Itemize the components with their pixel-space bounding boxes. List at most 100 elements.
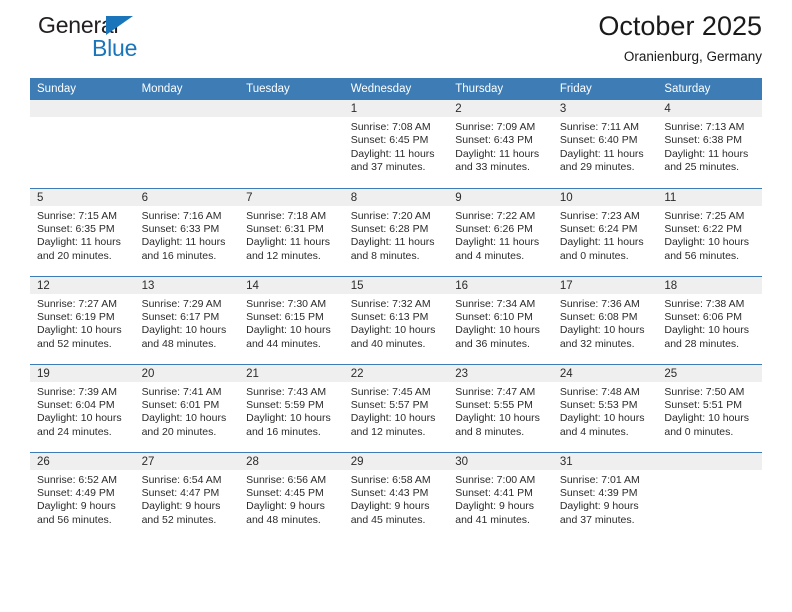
sunset-text: Sunset: 6:08 PM: [559, 310, 638, 323]
day-details: Sunrise: 7:20 AM Sunset: 6:28 PM Daylight:…: [344, 206, 449, 264]
day-details: Sunrise: 7:09 AM Sunset: 6:43 PM Daylight:…: [448, 117, 553, 175]
daylight-text-line2: and 56 minutes.: [37, 513, 112, 526]
calendar-day-cell[interactable]: 17 Sunrise: 7:36 AM Sunset: 6:08 PM Dayligh…: [552, 275, 658, 364]
calendar-day-cell[interactable]: 23 Sunrise: 7:47 AM Sunset: 5:55 PM Dayligh…: [448, 363, 553, 452]
daylight-text-line1: Daylight: 10 hours: [664, 324, 750, 337]
calendar-day-cell[interactable]: 10 Sunrise: 7:23 AM Sunset: 6:24 PM Dayligh…: [552, 187, 658, 276]
calendar-day-cell[interactable]: 24 Sunrise: 7:48 AM Sunset: 5:53 PM Dayligh…: [552, 363, 658, 452]
sunset-text: Sunset: 6:33 PM: [141, 222, 220, 235]
daylight-text-line1: Daylight: 10 hours: [246, 324, 331, 337]
day-details: Sunrise: 6:54 AM Sunset: 4:47 PM Daylight:…: [135, 470, 240, 528]
day-details: Sunrise: 7:16 AM Sunset: 6:33 PM Daylight:…: [135, 206, 240, 264]
calendar-day-cell[interactable]: 11 Sunrise: 7:25 AM Sunset: 6:22 PM Dayligh…: [657, 187, 762, 276]
day-number: 24: [552, 364, 658, 382]
calendar-day-cell[interactable]: 7 Sunrise: 7:18 AM Sunset: 6:31 PM Daylight…: [239, 187, 344, 276]
calendar-day-cell-empty: [239, 100, 344, 188]
day-number: 5: [30, 188, 135, 206]
calendar-day-cell[interactable]: 21 Sunrise: 7:43 AM Sunset: 5:59 PM Dayligh…: [239, 363, 344, 452]
calendar-day-cell[interactable]: 27 Sunrise: 6:54 AM Sunset: 4:47 PM Dayligh…: [134, 451, 240, 540]
sunrise-text: Sunrise: 7:08 AM: [350, 121, 431, 133]
sunrise-text: Sunrise: 7:00 AM: [455, 473, 536, 486]
day-number: 1: [343, 100, 449, 117]
daylight-text-line2: and 44 minutes.: [246, 337, 321, 350]
sunset-text: Sunset: 6:28 PM: [350, 222, 429, 235]
daylight-text-line1: Daylight: 10 hours: [559, 412, 645, 425]
day-number: 29: [343, 452, 449, 470]
daylight-text-line1: Daylight: 9 hours: [141, 500, 221, 513]
calendar-day-cell[interactable]: 16 Sunrise: 7:34 AM Sunset: 6:10 PM Dayligh…: [448, 275, 553, 364]
daylight-text-line1: Daylight: 10 hours: [350, 412, 436, 425]
sunrise-text: Sunrise: 7:43 AM: [246, 385, 327, 398]
sunset-text: Sunset: 6:15 PM: [246, 310, 324, 323]
daylight-text-line2: and 37 minutes.: [350, 161, 426, 174]
sunrise-text: Sunrise: 7:32 AM: [350, 297, 431, 310]
generalblue-logo: General Blue: [30, 12, 160, 64]
day-details: Sunrise: 7:29 AM Sunset: 6:17 PM Daylight:…: [135, 294, 240, 352]
day-details: Sunrise: 7:30 AM Sunset: 6:15 PM Daylight:…: [239, 294, 344, 352]
calendar-day-cell[interactable]: 12 Sunrise: 7:27 AM Sunset: 6:19 PM Dayligh…: [30, 275, 135, 364]
daylight-text-line2: and 32 minutes.: [559, 337, 635, 350]
calendar-body: 1 Sunrise: 7:08 AM Sunset: 6:45 PM Daylight…: [30, 100, 762, 540]
calendar-day-cell[interactable]: 2 Sunrise: 7:09 AM Sunset: 6:43 PM Daylight…: [448, 100, 553, 188]
sunrise-text: Sunrise: 7:09 AM: [455, 121, 536, 133]
sunset-text: Sunset: 6:01 PM: [141, 398, 220, 411]
calendar-day-cell[interactable]: 8 Sunrise: 7:20 AM Sunset: 6:28 PM Daylight…: [343, 187, 449, 276]
daylight-text-line1: Daylight: 10 hours: [246, 412, 331, 425]
sunrise-text: Sunrise: 7:25 AM: [664, 209, 745, 222]
calendar-day-cell[interactable]: 28 Sunrise: 6:56 AM Sunset: 4:45 PM Dayligh…: [239, 451, 344, 540]
calendar-day-cell[interactable]: 19 Sunrise: 7:39 AM Sunset: 6:04 PM Dayligh…: [30, 363, 135, 452]
calendar-day-cell[interactable]: 13 Sunrise: 7:29 AM Sunset: 6:17 PM Dayligh…: [134, 275, 240, 364]
sunset-text: Sunset: 6:40 PM: [559, 134, 638, 147]
calendar-week-row: 12 Sunrise: 7:27 AM Sunset: 6:19 PM Dayligh…: [30, 275, 762, 364]
calendar-page: General Blue October 2025 Oranienburg, G…: [0, 0, 792, 612]
day-details: Sunrise: 7:22 AM Sunset: 6:26 PM Daylight:…: [448, 206, 553, 264]
calendar-day-cell[interactable]: 26 Sunrise: 6:52 AM Sunset: 4:49 PM Dayligh…: [30, 451, 135, 540]
sunrise-text: Sunrise: 7:23 AM: [559, 209, 640, 222]
calendar-day-cell[interactable]: 1 Sunrise: 7:08 AM Sunset: 6:45 PM Daylight…: [343, 100, 449, 188]
daylight-text-line2: and 45 minutes.: [350, 513, 426, 526]
calendar-day-cell[interactable]: 15 Sunrise: 7:32 AM Sunset: 6:13 PM Dayligh…: [343, 275, 449, 364]
sunset-text: Sunset: 6:45 PM: [350, 134, 429, 147]
day-number: 17: [552, 276, 658, 294]
daylight-text-line2: and 20 minutes.: [141, 425, 217, 438]
day-details: Sunrise: 7:13 AM Sunset: 6:38 PM Daylight:…: [657, 117, 762, 175]
calendar-day-cell[interactable]: 6 Sunrise: 7:16 AM Sunset: 6:33 PM Daylight…: [134, 187, 240, 276]
day-details: Sunrise: 6:52 AM Sunset: 4:49 PM Daylight:…: [30, 470, 135, 528]
calendar-day-cell[interactable]: 22 Sunrise: 7:45 AM Sunset: 5:57 PM Dayligh…: [343, 363, 449, 452]
day-details: Sunrise: 7:39 AM Sunset: 6:04 PM Daylight:…: [30, 382, 135, 440]
logo-word-blue: Blue: [92, 35, 138, 61]
sunset-text: Sunset: 5:57 PM: [350, 398, 429, 411]
calendar-day-cell[interactable]: 3 Sunrise: 7:11 AM Sunset: 6:40 PM Daylight…: [552, 100, 658, 188]
sunset-text: Sunset: 6:06 PM: [664, 310, 743, 323]
calendar-day-cell[interactable]: 5 Sunrise: 7:15 AM Sunset: 6:35 PM Daylight…: [30, 187, 135, 276]
day-details: Sunrise: 7:01 AM Sunset: 4:39 PM Daylight:…: [553, 470, 658, 528]
calendar-day-cell[interactable]: 30 Sunrise: 7:00 AM Sunset: 4:41 PM Dayligh…: [448, 451, 553, 540]
day-number: [239, 100, 344, 117]
calendar-day-cell[interactable]: 4 Sunrise: 7:13 AM Sunset: 6:38 PM Daylight…: [657, 100, 762, 188]
daylight-text-line1: Daylight: 9 hours: [559, 500, 639, 513]
calendar-day-cell[interactable]: 9 Sunrise: 7:22 AM Sunset: 6:26 PM Daylight…: [448, 187, 553, 276]
daylight-text-line2: and 52 minutes.: [141, 513, 217, 526]
day-details: Sunrise: 7:38 AM Sunset: 6:06 PM Daylight:…: [657, 294, 762, 352]
calendar-day-cell[interactable]: 14 Sunrise: 7:30 AM Sunset: 6:15 PM Dayligh…: [239, 275, 344, 364]
weekday-header-monday: Monday: [134, 78, 240, 100]
calendar-day-cell[interactable]: 20 Sunrise: 7:41 AM Sunset: 6:01 PM Dayligh…: [134, 363, 240, 452]
day-number: 7: [239, 188, 344, 206]
day-details: Sunrise: 7:32 AM Sunset: 6:13 PM Daylight:…: [344, 294, 449, 352]
daylight-text-line1: Daylight: 11 hours: [455, 147, 540, 160]
calendar-day-cell[interactable]: 31 Sunrise: 7:01 AM Sunset: 4:39 PM Dayligh…: [552, 451, 658, 540]
day-details: Sunrise: 7:15 AM Sunset: 6:35 PM Daylight:…: [30, 206, 135, 264]
daylight-text-line2: and 37 minutes.: [559, 513, 635, 526]
page-subtitle: Oranienburg, Germany: [623, 49, 762, 65]
daylight-text-line1: Daylight: 10 hours: [141, 412, 227, 425]
daylight-text-line1: Daylight: 11 hours: [246, 236, 330, 249]
calendar-day-cell[interactable]: 29 Sunrise: 6:58 AM Sunset: 4:43 PM Dayligh…: [343, 451, 449, 540]
calendar-day-cell[interactable]: 18 Sunrise: 7:38 AM Sunset: 6:06 PM Dayligh…: [657, 275, 762, 364]
daylight-text-line1: Daylight: 9 hours: [350, 500, 430, 513]
calendar-day-cell[interactable]: 25 Sunrise: 7:50 AM Sunset: 5:51 PM Dayligh…: [657, 363, 762, 452]
day-details: Sunrise: 7:00 AM Sunset: 4:41 PM Daylight:…: [448, 470, 553, 528]
sunrise-text: Sunrise: 7:39 AM: [37, 385, 117, 398]
sunset-text: Sunset: 6:04 PM: [37, 398, 115, 411]
day-number: [30, 100, 135, 117]
sunrise-text: Sunrise: 7:13 AM: [664, 121, 745, 133]
